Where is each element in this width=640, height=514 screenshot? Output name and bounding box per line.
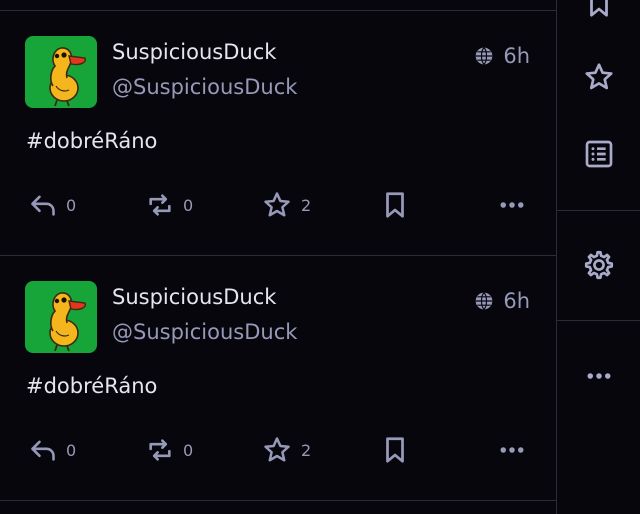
boost-icon: [146, 191, 174, 219]
divider: [557, 320, 640, 321]
timeline-feed: SuspiciousDuck @SuspiciousDuck 6h #dobré…: [0, 0, 557, 514]
account-handle[interactable]: @SuspiciousDuck: [112, 75, 297, 99]
navigation-sidebar: [557, 0, 640, 514]
account-handle[interactable]: @SuspiciousDuck: [112, 320, 297, 344]
favourite-button[interactable]: 2: [262, 434, 311, 466]
post-content[interactable]: #dobréRáno: [26, 129, 157, 153]
boost-button[interactable]: 0: [146, 189, 193, 221]
display-name[interactable]: SuspiciousDuck: [112, 285, 276, 309]
favourite-button[interactable]: 2: [262, 189, 311, 221]
relative-time: 6h: [503, 289, 530, 313]
bookmark-button[interactable]: [380, 189, 410, 221]
avatar[interactable]: [25, 36, 97, 108]
more-icon: [497, 435, 527, 465]
post-timestamp[interactable]: 6h: [474, 44, 530, 68]
more-button[interactable]: [497, 434, 527, 466]
globe-icon: [474, 46, 494, 66]
more-icon: [497, 190, 527, 220]
display-name[interactable]: SuspiciousDuck: [112, 40, 276, 64]
star-icon: [262, 190, 292, 220]
bookmarks-icon: [584, 0, 614, 19]
relative-time: 6h: [503, 44, 530, 68]
star-icon: [262, 435, 292, 465]
sidebar-item-bookmarks[interactable]: [557, 0, 640, 24]
bookmark-icon: [380, 435, 410, 465]
status-post[interactable]: SuspiciousDuck @SuspiciousDuck 6h #dobré…: [0, 11, 556, 256]
boost-count: 0: [183, 195, 194, 215]
reply-count: 0: [66, 195, 77, 215]
sidebar-item-settings[interactable]: [557, 245, 640, 285]
sidebar-item-lists[interactable]: [557, 134, 640, 174]
sidebar-item-favourites[interactable]: [557, 57, 640, 97]
star-icon: [583, 61, 615, 93]
post-content[interactable]: #dobréRáno: [26, 374, 157, 398]
reply-count: 0: [66, 440, 77, 460]
sidebar-item-more[interactable]: [557, 356, 640, 396]
lists-icon: [585, 140, 612, 168]
favourite-count: 2: [301, 440, 312, 460]
duck-avatar-icon: [25, 36, 97, 108]
status-post[interactable]: SuspiciousDuck @SuspiciousDuck 6h #dobré…: [0, 256, 556, 501]
divider: [0, 500, 556, 501]
more-button[interactable]: [497, 189, 527, 221]
more-icon: [584, 361, 614, 391]
duck-avatar-icon: [25, 281, 97, 353]
boost-button[interactable]: 0: [146, 434, 193, 466]
gear-icon: [584, 250, 613, 280]
reply-button[interactable]: 0: [29, 434, 76, 466]
globe-icon: [474, 291, 494, 311]
bookmark-icon: [380, 190, 410, 220]
reply-icon: [29, 436, 57, 464]
post-timestamp[interactable]: 6h: [474, 289, 530, 313]
app-window: SuspiciousDuck @SuspiciousDuck 6h #dobré…: [0, 0, 640, 514]
avatar[interactable]: [25, 281, 97, 353]
reply-button[interactable]: 0: [29, 189, 76, 221]
boost-count: 0: [183, 440, 194, 460]
favourite-count: 2: [301, 195, 312, 215]
divider: [557, 210, 640, 211]
reply-icon: [29, 191, 57, 219]
bookmark-button[interactable]: [380, 434, 410, 466]
boost-icon: [146, 436, 174, 464]
